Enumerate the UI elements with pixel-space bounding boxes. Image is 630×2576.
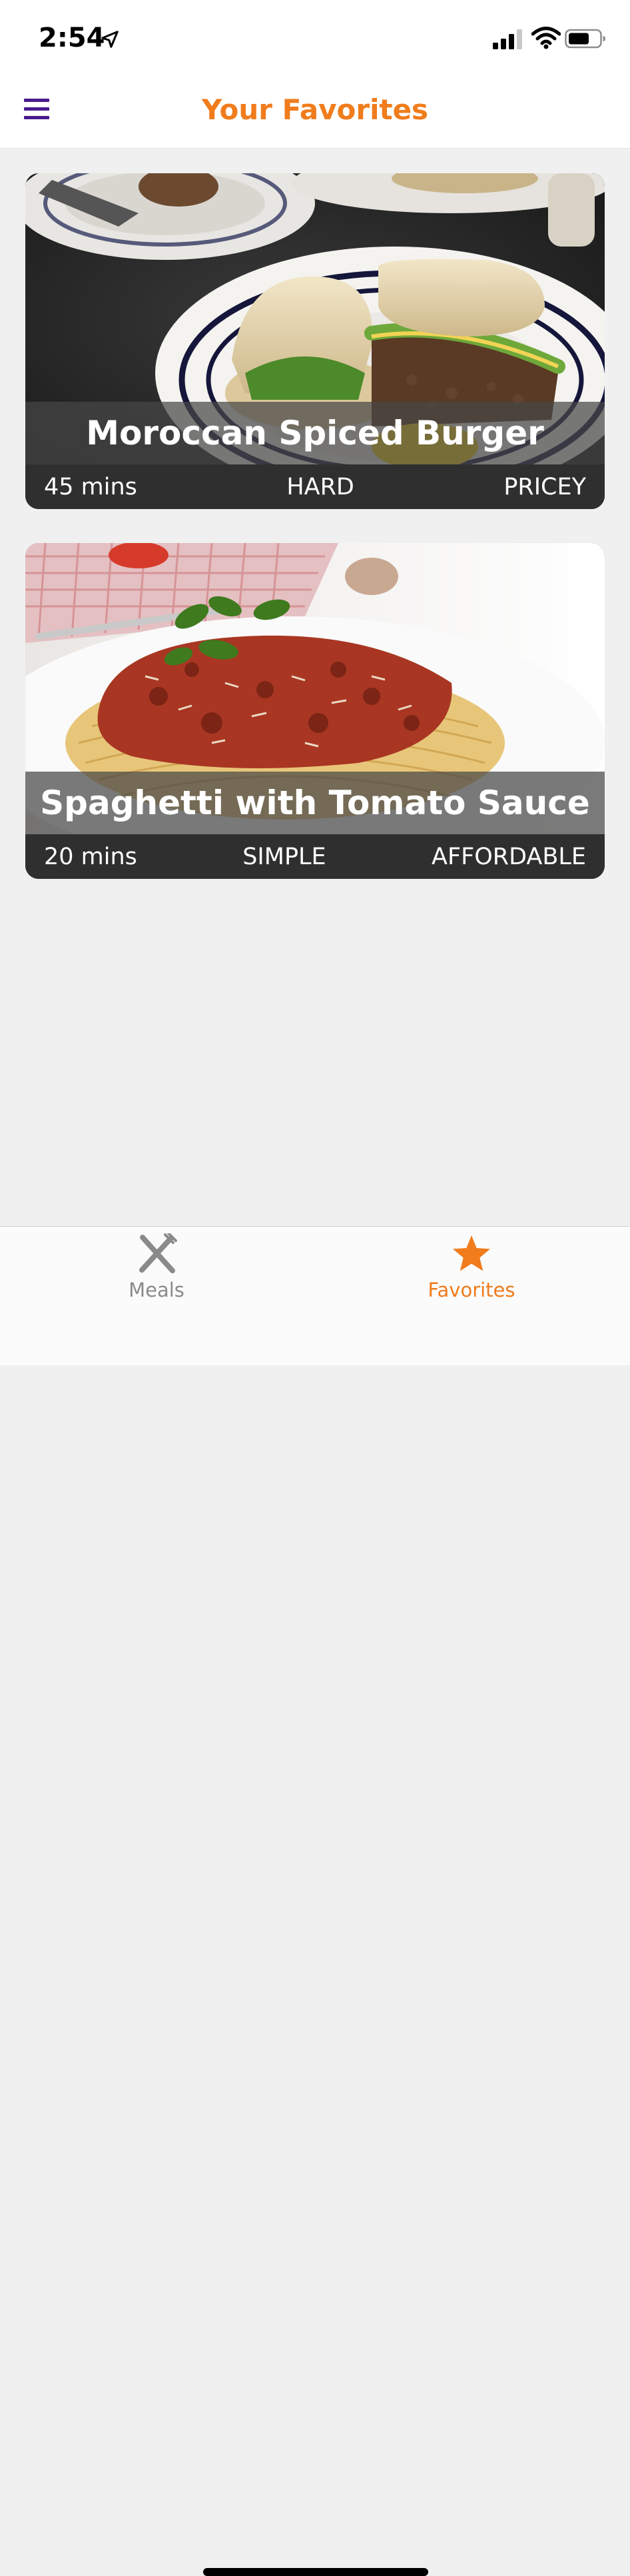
home-indicator (203, 2568, 428, 2576)
battery-icon (565, 29, 605, 49)
meal-card[interactable]: Moroccan Spiced Burger 45 mins HARD PRIC… (25, 173, 605, 509)
meal-details: 20 mins SIMPLE AFFORDABLE (25, 834, 605, 879)
utensils-icon (139, 1233, 177, 1273)
meal-affordability: PRICEY (503, 473, 586, 500)
meal-duration: 45 mins (44, 473, 137, 500)
tab-bar: Meals Favorites (0, 1226, 630, 2576)
meal-complexity: SIMPLE (242, 843, 326, 870)
status-time: 2:54 (39, 23, 105, 53)
wifi-icon (531, 27, 561, 49)
meal-title: Moroccan Spiced Burger (86, 414, 544, 452)
signal-icon (493, 29, 522, 49)
star-icon (453, 1235, 490, 1271)
location-arrow-icon (101, 31, 119, 48)
tab-favorites[interactable]: Favorites (372, 1233, 571, 1313)
meal-title-overlay: Spaghetti with Tomato Sauce (25, 772, 605, 834)
meal-duration: 20 mins (44, 843, 137, 870)
meal-details: 45 mins HARD PRICEY (25, 464, 605, 509)
meal-title-overlay: Moroccan Spiced Burger (25, 402, 605, 464)
page-title: Your Favorites (201, 93, 429, 126)
meal-card[interactable]: Spaghetti with Tomato Sauce 20 mins SIMP… (25, 543, 605, 879)
meal-title: Spaghetti with Tomato Sauce (40, 784, 590, 822)
navigation-header: Your Favorites (0, 73, 630, 149)
meal-affordability: AFFORDABLE (432, 843, 586, 870)
tab-meals-label: Meals (129, 1279, 184, 1301)
tab-favorites-label: Favorites (428, 1279, 515, 1301)
status-bar: 2:54 (0, 0, 630, 73)
meal-complexity: HARD (286, 473, 354, 500)
tab-meals[interactable]: Meals (57, 1233, 256, 1313)
